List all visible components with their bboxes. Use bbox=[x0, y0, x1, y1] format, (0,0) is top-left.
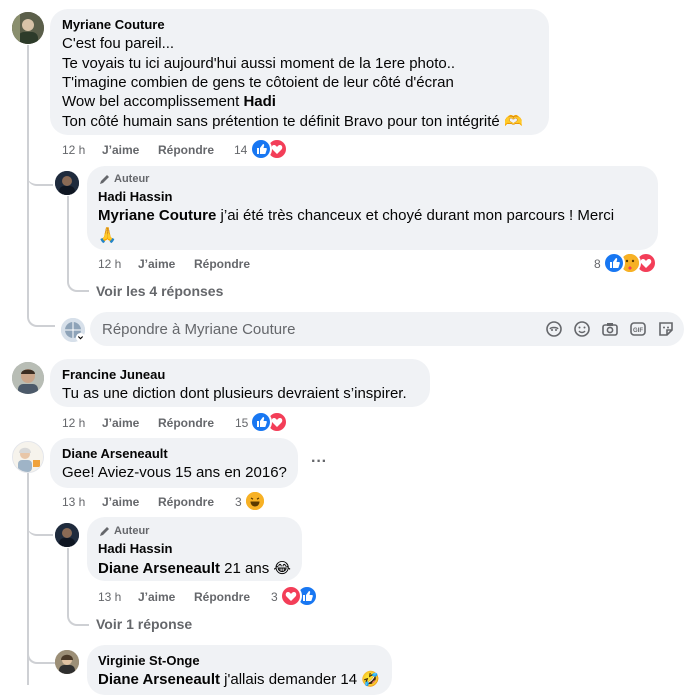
reply-button[interactable]: Répondre bbox=[158, 416, 214, 430]
thread-curve bbox=[67, 272, 89, 292]
view-replies-link[interactable]: Voir les 4 réponses bbox=[96, 283, 223, 299]
timestamp[interactable]: 12 h bbox=[62, 143, 85, 157]
avatar[interactable] bbox=[55, 650, 79, 674]
svg-text:GIF: GIF bbox=[633, 328, 643, 334]
comment-text: Wow bel accomplissement bbox=[62, 93, 240, 110]
mention[interactable]: Diane Arseneault bbox=[98, 671, 220, 688]
reply-button[interactable]: Répondre bbox=[194, 257, 250, 271]
haha-reaction-icon bbox=[244, 490, 266, 512]
comment-author[interactable]: Hadi Hassin bbox=[98, 189, 172, 204]
timestamp[interactable]: 12 h bbox=[62, 416, 85, 430]
timestamp[interactable]: 13 h bbox=[62, 495, 85, 509]
comment-author[interactable]: Francine Juneau bbox=[62, 367, 165, 382]
like-button[interactable]: J’aime bbox=[138, 590, 175, 604]
comment-text-line: Myriane Couture j’ai été très chanceux e… bbox=[98, 207, 614, 224]
avatar[interactable] bbox=[55, 171, 79, 195]
view-replies-link[interactable]: Voir 1 réponse bbox=[96, 616, 192, 632]
comment-author[interactable]: Hadi Hassin bbox=[98, 541, 172, 556]
praying-hands-emoji: 🙏 bbox=[98, 227, 117, 244]
thread-curve bbox=[67, 606, 89, 626]
author-badge: Auteur bbox=[114, 173, 150, 185]
mention[interactable]: Myriane Couture bbox=[98, 207, 216, 224]
comment-text-line: Ton côté humain sans prétention te défin… bbox=[62, 112, 523, 130]
pencil-icon bbox=[100, 527, 109, 536]
reply-button[interactable]: Répondre bbox=[158, 143, 214, 157]
comment-text: 21 ans bbox=[220, 560, 270, 577]
gif-icon[interactable]: GIF bbox=[629, 320, 647, 338]
mention[interactable]: Hadi bbox=[243, 93, 276, 110]
chevron-down-icon[interactable] bbox=[76, 333, 85, 342]
comment-text-line: Tu as une diction dont plusieurs devraie… bbox=[62, 385, 407, 402]
avatar-image bbox=[12, 12, 44, 44]
sticker-icon[interactable] bbox=[657, 320, 675, 338]
avatar-image bbox=[55, 171, 79, 195]
like-reaction-icon bbox=[250, 411, 272, 433]
more-options-icon[interactable]: ··· bbox=[311, 453, 327, 471]
like-reaction-icon bbox=[250, 138, 272, 160]
comment-text-line: Diane Arseneault 21 ans 😂 bbox=[98, 559, 291, 577]
like-button[interactable]: J’aime bbox=[102, 416, 139, 430]
heart-hands-emoji: 🫶 bbox=[503, 113, 523, 130]
reaction-count[interactable]: 3 bbox=[271, 590, 278, 604]
comment-text: j'allais demander 14 bbox=[220, 671, 358, 688]
reaction-count[interactable]: 3 bbox=[235, 495, 242, 509]
like-button[interactable]: J’aime bbox=[102, 495, 139, 509]
reply-input-placeholder: Répondre à Myriane Couture bbox=[102, 321, 296, 338]
comment-author[interactable]: Diane Arseneault bbox=[62, 446, 168, 461]
like-reaction-icon bbox=[603, 252, 625, 274]
emoji-icon[interactable] bbox=[573, 320, 591, 338]
author-badge: Auteur bbox=[114, 525, 150, 537]
comment-author[interactable]: Virginie St-Onge bbox=[98, 653, 200, 668]
comment-author[interactable]: Myriane Couture bbox=[62, 17, 165, 32]
timestamp[interactable]: 12 h bbox=[98, 257, 121, 271]
thread-curve bbox=[27, 510, 53, 536]
mention[interactable]: Diane Arseneault bbox=[98, 560, 220, 577]
timestamp[interactable]: 13 h bbox=[98, 590, 121, 604]
like-button[interactable]: J’aime bbox=[102, 143, 139, 157]
reply-button[interactable]: Répondre bbox=[194, 590, 250, 604]
comment-text: j’ai été très chanceux et choyé durant m… bbox=[216, 207, 615, 224]
avatar-image bbox=[12, 362, 44, 394]
rofl-emoji: 🤣 bbox=[361, 671, 380, 688]
avatar[interactable] bbox=[12, 441, 44, 473]
avatar[interactable] bbox=[55, 523, 79, 547]
thread-curve bbox=[27, 640, 55, 664]
camera-icon[interactable] bbox=[601, 320, 619, 338]
comment-text-line: Te voyais tu ici aujourd'hui aussi momen… bbox=[62, 55, 456, 72]
reaction-count[interactable]: 8 bbox=[594, 257, 601, 271]
pencil-icon bbox=[100, 175, 109, 184]
comment-text: Ton côté humain sans prétention te défin… bbox=[62, 113, 500, 130]
thread-curve bbox=[27, 160, 53, 186]
love-reaction-icon bbox=[280, 585, 302, 607]
thread-curve bbox=[27, 295, 55, 327]
reply-button[interactable]: Répondre bbox=[158, 495, 214, 509]
comment-text-line: T'imagine combien de gens te côtoient de… bbox=[62, 74, 454, 91]
avatar-sticker-icon[interactable] bbox=[545, 320, 563, 338]
comment-text-line: C'est fou pareil... bbox=[62, 35, 175, 52]
comment-text-line: Gee! Aviez-vous 15 ans en 2016? bbox=[62, 464, 287, 481]
like-button[interactable]: J’aime bbox=[138, 257, 175, 271]
avatar[interactable] bbox=[12, 12, 44, 44]
laughing-emoji: 😂 bbox=[273, 560, 291, 577]
avatar-image bbox=[55, 523, 79, 547]
thread-line bbox=[67, 548, 69, 608]
comment-text-line: Diane Arseneault j'allais demander 14 🤣 bbox=[98, 670, 380, 688]
comment-text-line: Wow bel accomplissement Hadi bbox=[62, 93, 276, 110]
avatar[interactable] bbox=[12, 362, 44, 394]
avatar-image bbox=[13, 442, 43, 472]
reaction-count[interactable]: 14 bbox=[234, 143, 247, 157]
thread-line bbox=[67, 196, 69, 276]
avatar-image bbox=[55, 650, 79, 674]
reaction-count[interactable]: 15 bbox=[235, 416, 248, 430]
